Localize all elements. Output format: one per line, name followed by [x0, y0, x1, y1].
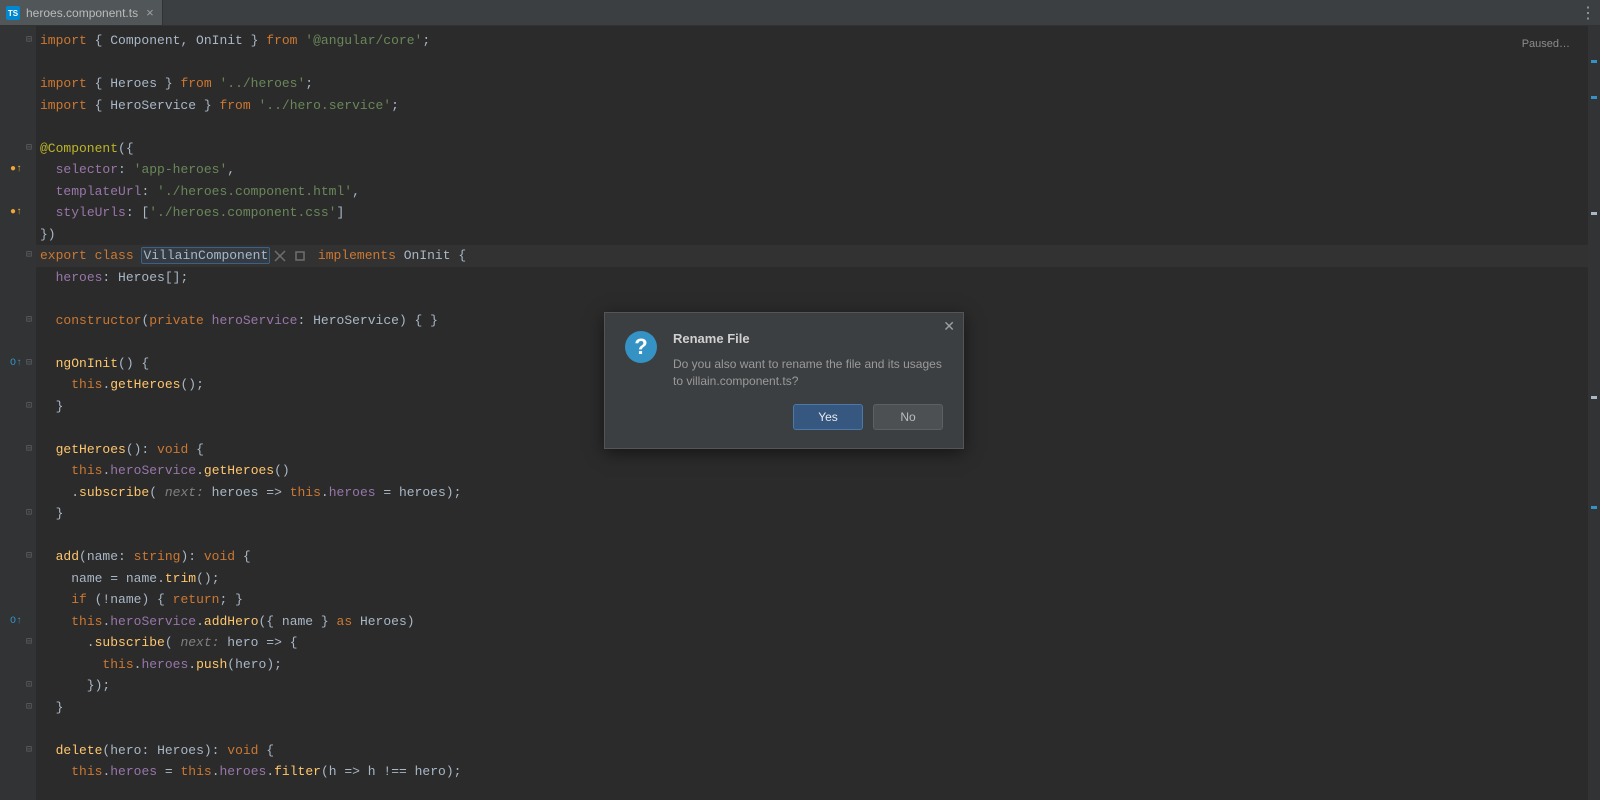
gutter-modified-icon[interactable]: ●↑ [6, 159, 26, 181]
fold-toggle-icon[interactable]: ⊟ [24, 30, 34, 52]
fold-end-icon[interactable]: ⊡ [24, 396, 34, 418]
stripe-edit-marker[interactable] [1591, 212, 1597, 215]
gutter-override-icon[interactable]: O↑ [6, 611, 26, 633]
tab-close-icon[interactable]: × [144, 6, 154, 19]
stripe-info-marker[interactable] [1591, 506, 1597, 509]
dialog-close-icon[interactable]: ✕ [943, 319, 955, 333]
dialog-no-button[interactable]: No [873, 404, 943, 430]
gutter-modified-icon[interactable]: ●↑ [6, 202, 26, 224]
dialog-message: Do you also want to rename the file and … [673, 356, 943, 390]
dialog-yes-button[interactable]: Yes [793, 404, 863, 430]
fold-toggle-icon[interactable]: ⊟ [24, 740, 34, 762]
rename-input[interactable]: VillainComponent [141, 247, 270, 264]
ts-file-icon: TS [6, 6, 20, 20]
fold-toggle-icon[interactable]: ⊟ [24, 245, 34, 267]
gutter[interactable]: ●↑ ●↑ O↑ O↑ ⊟ ⊟ ⊟ ⊟ ⊟ ⊡ ⊟ ⊡ ⊟ ⊟ ⊡ ⊡ ⊟ [0, 26, 36, 800]
fold-toggle-icon[interactable]: ⊟ [24, 546, 34, 568]
fold-end-icon[interactable]: ⊡ [24, 503, 34, 525]
error-stripe[interactable] [1588, 26, 1600, 800]
gutter-override-icon[interactable]: O↑ [6, 353, 26, 375]
tab-bar: TS heroes.component.ts × ⋮ [0, 0, 1600, 26]
fold-toggle-icon[interactable]: ⊟ [24, 439, 34, 461]
fold-toggle-icon[interactable]: ⊟ [24, 138, 34, 160]
rename-file-dialog: ✕ ? Rename File Do you also want to rena… [604, 312, 964, 449]
tab-overflow-menu-icon[interactable]: ⋮ [1576, 0, 1600, 25]
dialog-title: Rename File [673, 331, 943, 346]
svg-text:TS: TS [8, 9, 19, 18]
stripe-edit-marker[interactable] [1591, 396, 1597, 399]
inline-refactor-icons[interactable] [274, 245, 306, 267]
fold-toggle-icon[interactable]: ⊟ [24, 310, 34, 332]
stripe-info-marker[interactable] [1591, 60, 1597, 63]
fold-end-icon[interactable]: ⊡ [24, 697, 34, 719]
editor-tab-heroes[interactable]: TS heroes.component.ts × [0, 0, 163, 25]
editor-tab-label: heroes.component.ts [26, 6, 138, 20]
fold-toggle-icon[interactable]: ⊟ [24, 353, 34, 375]
current-line[interactable]: export class VillainComponent implements… [36, 245, 1588, 267]
fold-toggle-icon[interactable]: ⊟ [24, 632, 34, 654]
stripe-info-marker[interactable] [1591, 96, 1597, 99]
fold-end-icon[interactable]: ⊡ [24, 675, 34, 697]
question-icon: ? [625, 331, 657, 363]
